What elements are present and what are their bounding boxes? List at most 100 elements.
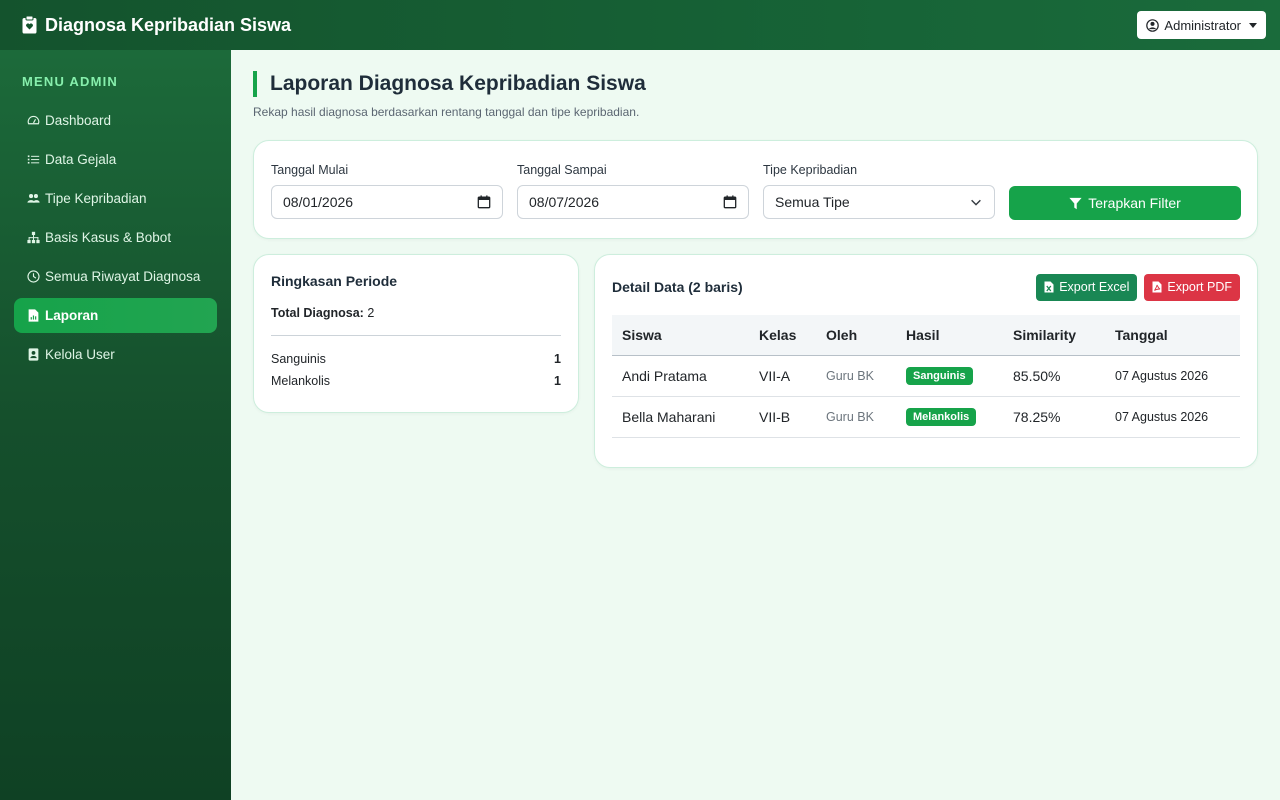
column-header: Tanggal [1105, 315, 1240, 356]
page-header: Laporan Diagnosa Kepribadian Siswa Rekap… [253, 71, 646, 119]
divider [271, 335, 561, 336]
clock-icon [27, 270, 40, 283]
sidebar-item-riwayat-diagnosa[interactable]: Semua Riwayat Diagnosa [14, 259, 217, 294]
sidebar-item-dashboard[interactable]: Dashboard [14, 103, 217, 138]
detail-header: Detail Data (2 baris) Export Excel Expor… [612, 273, 1240, 301]
sidebar-item-kelola-user[interactable]: Kelola User [14, 337, 217, 372]
column-header: Similarity [1003, 315, 1105, 356]
result-badge: Sanguinis [906, 367, 973, 385]
summary-row-label: Sanguinis [271, 352, 326, 366]
type-label: Tipe Kepribadian [763, 163, 858, 177]
total-diagnosa: Total Diagnosa: 2 [271, 306, 561, 320]
type-select-value: Semua Tipe [775, 194, 850, 210]
clipboard-heart-icon [22, 16, 37, 34]
cell-oleh: Guru BK [816, 396, 896, 438]
table-row: Bella Maharani VII-B Guru BK Melankolis … [612, 396, 1240, 438]
cell-siswa: Bella Maharani [612, 396, 749, 438]
apply-filter-label: Terapkan Filter [1088, 195, 1181, 211]
cell-similarity: 85.50% [1003, 355, 1105, 397]
list-icon [27, 155, 40, 164]
summary-card: Ringkasan Periode Total Diagnosa: 2 Sang… [253, 254, 579, 413]
filter-icon [1069, 197, 1082, 209]
main-content: Laporan Diagnosa Kepribadian Siswa Rekap… [231, 50, 1280, 800]
brand[interactable]: Diagnosa Kepribadian Siswa [22, 15, 291, 36]
export-excel-button[interactable]: Export Excel [1036, 273, 1138, 301]
summary-row: Sanguinis 1 [271, 352, 561, 366]
export-buttons: Export Excel Export PDF [1036, 273, 1240, 301]
app-title: Diagnosa Kepribadian Siswa [45, 14, 292, 35]
report-icon [28, 309, 39, 322]
users-icon [27, 194, 40, 203]
table-header-row: Siswa Kelas Oleh Hasil Similarity Tangga… [612, 315, 1240, 356]
table-row: Andi Pratama VII-A Guru BK Sanguinis 85.… [612, 355, 1240, 397]
sidebar-item-label: Semua Riwayat Diagnosa [45, 269, 201, 284]
column-header: Oleh [816, 315, 896, 356]
summary-title: Ringkasan Periode [271, 273, 398, 289]
detail-title: Detail Data (2 baris) [612, 279, 743, 295]
summary-row-count: 1 [554, 374, 561, 388]
sidebar-item-label: Tipe Kepribadian [45, 191, 147, 206]
total-label: Total Diagnosa: [271, 306, 364, 320]
cell-tanggal: 07 Agustus 2026 [1105, 355, 1240, 397]
sidebar: MENU ADMIN Dashboard Data Gejala Tipe Ke… [0, 50, 231, 800]
start-date-field: Tanggal Mulai 08/01/2026 [271, 163, 503, 219]
column-header: Hasil [896, 315, 1003, 356]
summary-row-label: Melankolis [271, 374, 331, 388]
file-excel-icon [1044, 281, 1054, 293]
cell-oleh: Guru BK [816, 355, 896, 397]
page-subtitle: Rekap hasil diagnosa berdasarkan rentang… [253, 105, 640, 119]
cell-kelas: VII-A [749, 355, 816, 397]
end-date-value: 08/07/2026 [529, 194, 600, 210]
gauge-icon [27, 115, 40, 125]
sidebar-item-label: Dashboard [45, 113, 112, 128]
cell-hasil: Melankolis [896, 396, 1003, 438]
sidebar-item-data-gejala[interactable]: Data Gejala [14, 142, 217, 177]
cell-siswa: Andi Pratama [612, 355, 749, 397]
sidebar-item-label: Basis Kasus & Bobot [45, 230, 172, 245]
summary-row: Melankolis 1 [271, 374, 561, 388]
page-title: Laporan Diagnosa Kepribadian Siswa [253, 71, 646, 97]
sidebar-heading: MENU ADMIN [22, 74, 119, 89]
filter-card: Tanggal Mulai 08/01/2026 Tanggal Sampai … [253, 140, 1258, 239]
user-menu-label: Administrator [1164, 17, 1241, 33]
detail-table: Siswa Kelas Oleh Hasil Similarity Tangga… [612, 315, 1240, 438]
result-badge: Melankolis [906, 408, 977, 426]
sidebar-item-label: Kelola User [45, 347, 115, 362]
apply-filter-button[interactable]: Terapkan Filter [1009, 186, 1241, 220]
top-navbar: Diagnosa Kepribadian Siswa Administrator [0, 0, 1280, 50]
cell-hasil: Sanguinis [896, 355, 1003, 397]
file-pdf-icon [1152, 281, 1162, 293]
user-circle-icon [1146, 18, 1160, 32]
column-header: Kelas [749, 315, 816, 356]
end-date-label: Tanggal Sampai [517, 163, 607, 177]
start-date-value: 08/01/2026 [283, 194, 354, 210]
user-card-icon [28, 348, 39, 361]
sidebar-item-label: Laporan [45, 308, 99, 323]
sidebar-item-basis-kasus[interactable]: Basis Kasus & Bobot [14, 220, 217, 255]
end-date-input[interactable]: 08/07/2026 [517, 185, 749, 219]
export-pdf-label: Export PDF [1167, 280, 1232, 294]
total-value: 2 [367, 306, 375, 320]
start-date-input[interactable]: 08/01/2026 [271, 185, 503, 219]
cell-similarity: 78.25% [1003, 396, 1105, 438]
calendar-icon[interactable] [723, 195, 737, 209]
sidebar-item-label: Data Gejala [45, 152, 117, 167]
end-date-field: Tanggal Sampai 08/07/2026 [517, 163, 749, 219]
summary-row-count: 1 [554, 352, 561, 366]
sitemap-icon [27, 231, 40, 244]
sidebar-item-laporan[interactable]: Laporan [14, 298, 217, 333]
type-select[interactable]: Semua Tipe [763, 185, 995, 219]
detail-card: Detail Data (2 baris) Export Excel Expor… [594, 254, 1258, 468]
chevron-down-icon [971, 199, 981, 206]
calendar-icon[interactable] [477, 195, 491, 209]
column-header: Siswa [612, 315, 749, 356]
chevron-down-icon [1249, 22, 1257, 28]
cell-tanggal: 07 Agustus 2026 [1105, 396, 1240, 438]
user-menu-button[interactable]: Administrator [1137, 11, 1266, 39]
export-excel-label: Export Excel [1059, 280, 1130, 294]
sidebar-item-tipe-kepribadian[interactable]: Tipe Kepribadian [14, 181, 217, 216]
export-pdf-button[interactable]: Export PDF [1144, 273, 1240, 301]
start-date-label: Tanggal Mulai [271, 163, 349, 177]
cell-kelas: VII-B [749, 396, 816, 438]
type-field: Tipe Kepribadian Semua Tipe [763, 163, 995, 219]
